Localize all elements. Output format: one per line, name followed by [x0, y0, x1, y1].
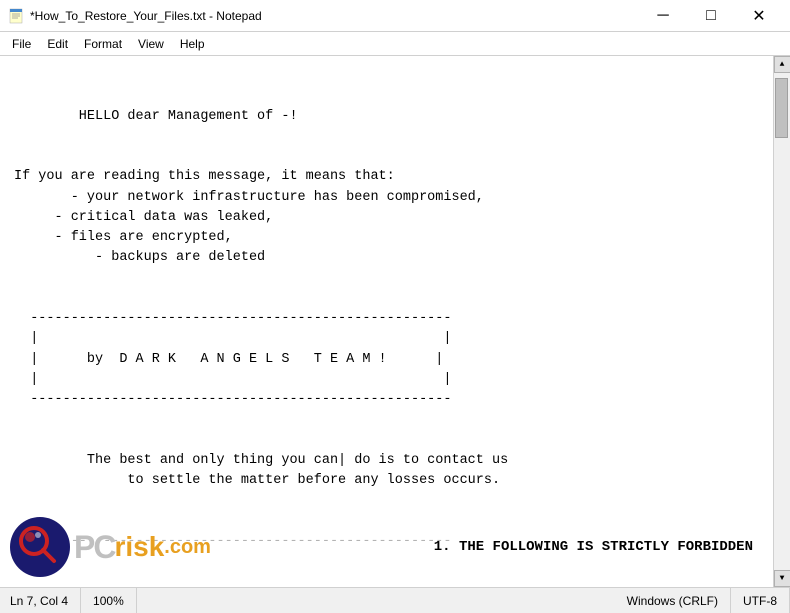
scroll-down-button[interactable]: ▼ [774, 570, 790, 587]
window-controls: ─ □ ✕ [640, 0, 782, 32]
vertical-scrollbar[interactable]: ▲ ▼ [773, 56, 790, 587]
maximize-button[interactable]: □ [688, 0, 734, 32]
editor-area: HELLO dear Management of -! If you are r… [0, 56, 790, 587]
line-ending: Windows (CRLF) [615, 588, 731, 613]
close-button[interactable]: ✕ [736, 0, 782, 32]
zoom-level: 100% [81, 588, 137, 613]
menu-file[interactable]: File [4, 35, 39, 53]
cursor-position: Ln 7, Col 4 [0, 588, 81, 613]
minimize-button[interactable]: ─ [640, 0, 686, 32]
scrollbar-thumb-area [774, 73, 790, 570]
text-content[interactable]: HELLO dear Management of -! If you are r… [0, 56, 773, 587]
status-bar: Ln 7, Col 4 100% Windows (CRLF) UTF-8 [0, 587, 790, 613]
window-title: *How_To_Restore_Your_Files.txt - Notepad [30, 9, 640, 23]
scrollbar-thumb[interactable] [775, 78, 788, 138]
menu-edit[interactable]: Edit [39, 35, 76, 53]
title-bar: *How_To_Restore_Your_Files.txt - Notepad… [0, 0, 790, 32]
menu-help[interactable]: Help [172, 35, 213, 53]
scroll-up-button[interactable]: ▲ [774, 56, 790, 73]
notepad-icon [8, 8, 24, 24]
menu-bar: File Edit Format View Help [0, 32, 790, 56]
menu-view[interactable]: View [130, 35, 172, 53]
menu-format[interactable]: Format [76, 35, 130, 53]
encoding: UTF-8 [731, 588, 790, 613]
